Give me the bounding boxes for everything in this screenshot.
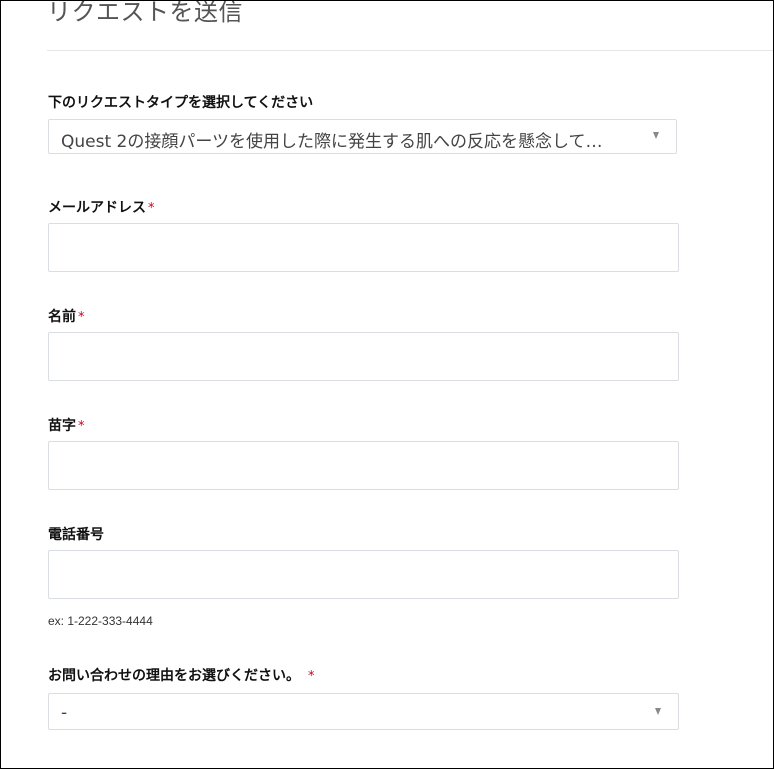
required-mark: * (78, 419, 85, 434)
chevron-down-icon (655, 708, 661, 715)
last-name-label-text: 苗字 (48, 418, 76, 434)
last-name-label: 苗字 * (48, 415, 85, 435)
request-form-page: リクエストを送信 下のリクエストタイプを選択してください Quest 2の接顔パ… (0, 0, 774, 769)
first-name-field[interactable] (48, 332, 679, 381)
request-type-label: 下のリクエストタイプを選択してください (48, 92, 313, 112)
title-divider (47, 50, 773, 51)
email-field[interactable] (48, 223, 679, 272)
required-mark: * (308, 669, 315, 684)
required-mark: * (148, 201, 155, 216)
email-label-text: メールアドレス (48, 200, 146, 216)
reason-selected-value: - (61, 703, 68, 723)
last-name-field[interactable] (48, 441, 679, 490)
email-label: メールアドレス * (48, 197, 155, 217)
reason-label: お問い合わせの理由をお選びください。 * (48, 665, 315, 685)
phone-label: 電話番号 (48, 524, 104, 544)
request-type-label-text: 下のリクエストタイプを選択してください (48, 95, 314, 111)
first-name-label: 名前 * (48, 306, 85, 326)
first-name-label-text: 名前 (48, 309, 76, 325)
required-mark: * (78, 310, 85, 325)
chevron-down-icon (653, 132, 659, 139)
reason-label-text: お問い合わせの理由をお選びください。 (48, 668, 300, 684)
phone-hint: ex: 1-222-333-4444 (48, 614, 153, 628)
reason-select[interactable]: - (48, 693, 679, 730)
page-title: リクエストを送信 (47, 0, 243, 26)
request-type-select[interactable]: Quest 2の接顔パーツを使用した際に発生する肌への反応を懸念して… (48, 119, 677, 154)
request-type-selected-value: Quest 2の接顔パーツを使用した際に発生する肌への反応を懸念して… (61, 132, 603, 152)
phone-field[interactable] (48, 550, 679, 599)
phone-label-text: 電話番号 (48, 527, 104, 543)
